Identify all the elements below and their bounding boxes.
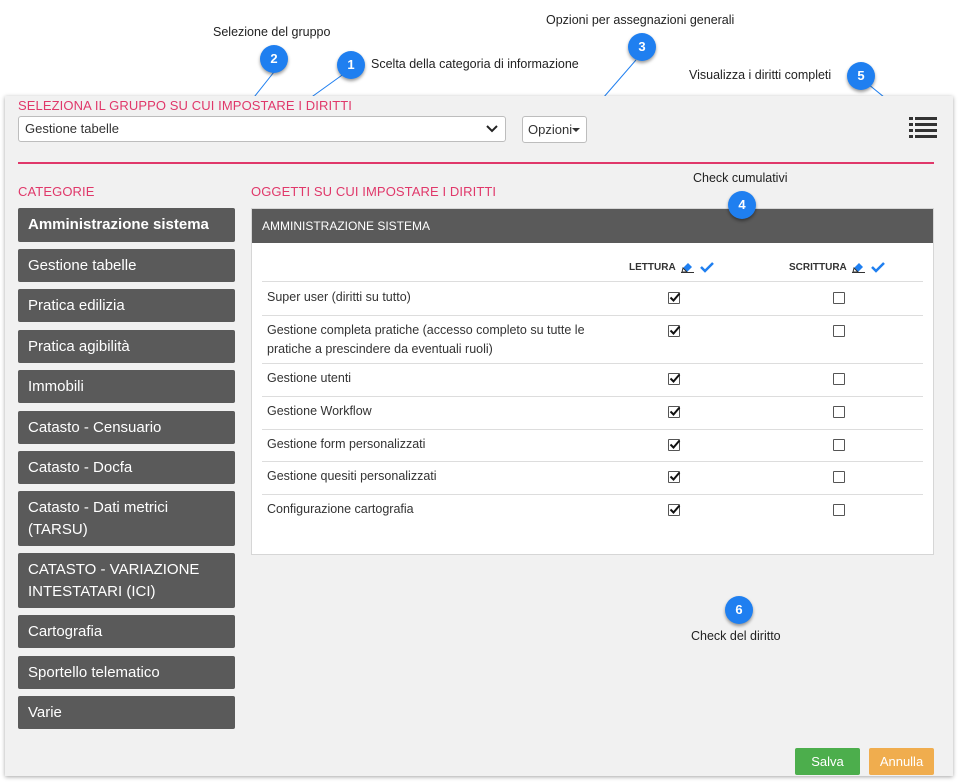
options-dropdown-button[interactable]: Opzioni — [522, 116, 587, 143]
write-checkbox[interactable] — [833, 504, 845, 516]
category-item[interactable]: Pratica edilizia — [18, 289, 235, 322]
options-label: Opzioni — [528, 122, 573, 137]
category-item[interactable]: Catasto - Docfa — [18, 451, 235, 484]
read-checkbox[interactable] — [668, 471, 681, 483]
row-divider — [262, 315, 923, 316]
category-item[interactable]: Cartografia — [18, 615, 235, 648]
category-item[interactable]: Varie — [18, 696, 235, 729]
read-checkbox[interactable] — [668, 504, 681, 516]
caret-down-icon — [572, 128, 580, 132]
category-label: Varie — [28, 703, 62, 721]
row-divider — [262, 363, 923, 364]
right-label: Configurazione cartografia — [267, 502, 414, 516]
right-label: Gestione form personalizzati — [267, 437, 426, 451]
row-divider — [262, 494, 923, 495]
checkmark-icon — [669, 504, 681, 514]
read-checkbox[interactable] — [668, 292, 681, 304]
right-label: Gestione utenti — [267, 371, 352, 385]
write-checkbox[interactable] — [833, 292, 845, 304]
category-item[interactable]: Pratica agibilità — [18, 330, 235, 363]
category-label: Sportello telematico — [28, 663, 160, 681]
row-divider — [262, 461, 923, 462]
category-label: CATASTO - VARIAZIONE INTESTATARI (ICI) — [28, 560, 200, 600]
write-checkbox[interactable] — [833, 373, 845, 385]
callout-3: 3 — [628, 33, 656, 61]
checkmark-icon — [669, 292, 681, 302]
category-label: Catasto - Censuario — [28, 418, 162, 436]
categories-heading: CATEGORIE — [18, 184, 95, 199]
read-checkbox[interactable] — [668, 439, 681, 451]
category-label: Pratica agibilità — [28, 337, 130, 355]
callout-5: 5 — [847, 62, 875, 90]
check-all-icon[interactable] — [870, 261, 885, 273]
checkmark-icon — [669, 406, 681, 416]
objects-heading: OGGETTI SU CUI IMPOSTARE I DIRITTI — [251, 184, 497, 199]
right-label: Gestione Workflow — [267, 404, 372, 418]
eraser-icon[interactable] — [851, 261, 866, 273]
callout-2-text: Selezione del gruppo — [213, 25, 331, 39]
write-column-label: SCRITTURA — [789, 261, 847, 273]
group-select[interactable]: Gestione tabelle — [18, 116, 506, 142]
callout-1-text: Scelta della categoria di informazione — [371, 57, 579, 71]
category-label: Pratica edilizia — [28, 296, 125, 314]
callout-4-text: Check cumulativi — [693, 171, 788, 185]
group-select-value: Gestione tabelle — [25, 121, 119, 136]
category-item[interactable]: Gestione tabelle — [18, 249, 235, 282]
category-label: Gestione tabelle — [28, 256, 137, 274]
list-view-icon[interactable] — [909, 116, 937, 138]
read-column-header: LETTURA — [629, 261, 714, 273]
chevron-down-icon — [486, 125, 498, 133]
write-column-header: SCRITTURA — [789, 261, 885, 273]
write-checkbox[interactable] — [833, 471, 845, 483]
read-column-label: LETTURA — [629, 261, 676, 273]
callout-1: 1 — [337, 51, 365, 79]
row-divider — [262, 281, 923, 282]
checkmark-icon — [669, 471, 681, 481]
category-item[interactable]: Immobili — [18, 370, 235, 403]
category-item[interactable]: Catasto - Censuario — [18, 411, 235, 444]
check-all-icon[interactable] — [699, 261, 714, 273]
right-label: Gestione completa pratiche (accesso comp… — [267, 323, 585, 356]
read-checkbox[interactable] — [668, 373, 681, 385]
section-divider — [18, 162, 934, 164]
read-checkbox[interactable] — [668, 406, 681, 418]
category-label: Catasto - Dati metrici (TARSU) — [28, 498, 169, 538]
callout-6: 6 — [725, 596, 753, 624]
category-label: Cartografia — [28, 622, 103, 640]
category-label: Amministrazione sistema — [28, 216, 209, 233]
read-checkbox[interactable] — [668, 325, 681, 337]
cancel-button[interactable]: Annulla — [869, 748, 934, 775]
eraser-icon[interactable] — [680, 261, 695, 273]
checkmark-icon — [669, 373, 681, 383]
row-divider — [262, 396, 923, 397]
category-item[interactable]: Catasto - Dati metrici (TARSU) — [18, 491, 235, 546]
card-title: AMMINISTRAZIONE SISTEMA — [252, 209, 933, 243]
write-checkbox[interactable] — [833, 406, 845, 418]
callout-2: 2 — [260, 45, 288, 73]
callout-4: 4 — [728, 191, 756, 219]
category-item[interactable]: Sportello telematico — [18, 656, 235, 689]
group-heading: SELEZIONA IL GRUPPO SU CUI IMPOSTARE I D… — [18, 98, 352, 113]
callout-5-text: Visualizza i diritti completi — [689, 68, 832, 82]
right-label: Super user (diritti su tutto) — [267, 290, 411, 304]
checkmark-icon — [669, 325, 681, 335]
write-checkbox[interactable] — [833, 325, 845, 337]
callout-6-text: Check del diritto — [691, 629, 781, 643]
row-divider — [262, 429, 923, 430]
category-label: Immobili — [28, 377, 84, 395]
write-checkbox[interactable] — [833, 439, 845, 451]
checkmark-icon — [669, 439, 681, 449]
category-item[interactable]: CATASTO - VARIAZIONE INTESTATARI (ICI) — [18, 553, 235, 608]
callout-3-text: Opzioni per assegnazioni generali — [546, 13, 735, 27]
category-item[interactable]: Amministrazione sistema — [18, 208, 235, 242]
right-label: Gestione quesiti personalizzati — [267, 469, 437, 483]
save-button[interactable]: Salva — [795, 748, 860, 775]
category-label: Catasto - Docfa — [28, 458, 133, 476]
